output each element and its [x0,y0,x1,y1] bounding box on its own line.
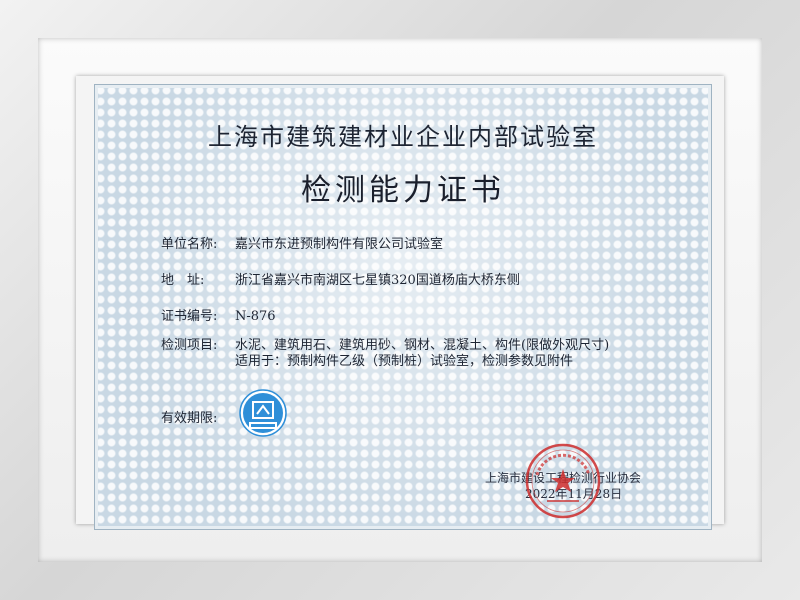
picture-frame: 上海市建筑建材业企业内部试验室 检测能力证书 单位名称: 嘉兴市东进预制构件有限公… [0,0,800,600]
unit-label: 单位名称: [161,237,218,252]
items-label: 检测项目: [161,338,218,353]
official-seal-icon [525,443,601,519]
address-row: 地 址: 浙江省嘉兴市南湖区七星镇320国道杨庙大桥东侧 [161,273,520,289]
certificate-sheet: 上海市建筑建材业企业内部试验室 检测能力证书 单位名称: 嘉兴市东进预制构件有限公… [94,84,712,530]
unit-value: 嘉兴市东进预制构件有限公司试验室 [235,237,444,252]
items-line1: 水泥、建筑用石、建筑用砂、钢材、混凝土、构件(限做外观尺寸) [235,338,610,353]
validity-label: 有效期限: [161,411,218,426]
address-label: 地 址: [161,273,205,288]
items-row: 检测项目: 水泥、建筑用石、建筑用砂、钢材、混凝土、构件(限做外观尺寸) [161,338,609,354]
cert-no-label: 证书编号: [161,309,218,324]
items-row-2: 适用于：预制构件乙级（预制桩）试验室，检测参数见附件 [235,354,573,370]
items-line2: 适用于：预制构件乙级（预制桩）试验室，检测参数见附件 [235,354,574,369]
qualification-badge-icon [239,389,287,437]
address-value: 浙江省嘉兴市南湖区七星镇320国道杨庙大桥东侧 [235,273,520,288]
certificate-title: 检测能力证书 [301,173,505,208]
cert-no-row: 证书编号: N-876 [161,309,276,325]
organization-title: 上海市建筑建材业企业内部试验室 [208,123,598,151]
unit-row: 单位名称: 嘉兴市东进预制构件有限公司试验室 [161,237,443,253]
cert-no-value: N-876 [235,309,276,324]
validity-row: 有效期限: [161,411,235,427]
